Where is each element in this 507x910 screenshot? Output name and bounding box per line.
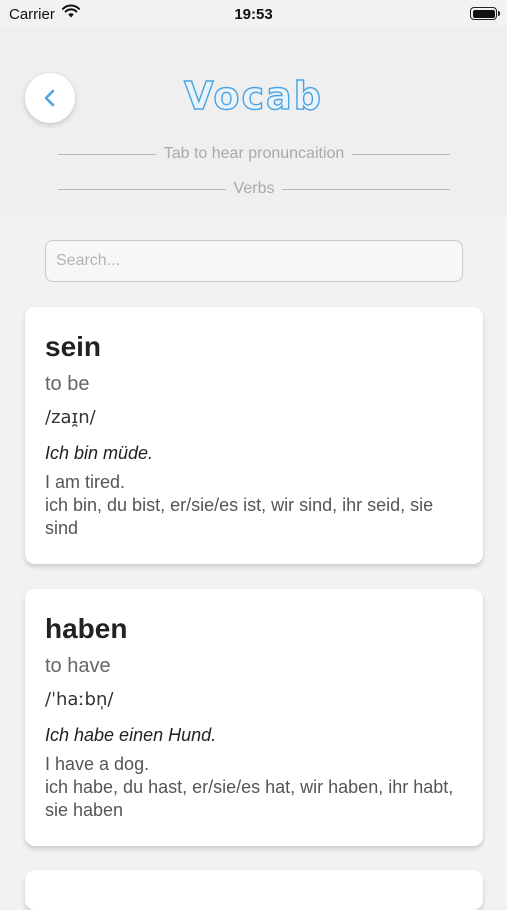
vocab-translation: I am tired.: [45, 472, 126, 492]
vocab-conjugation: ich bin, du bist, er/sie/es ist, wir sin…: [45, 495, 434, 538]
category-heading: Verbs: [58, 179, 451, 199]
vocab-conjugation: ich habe, du hast, er/sie/es hat, wir ha…: [45, 777, 454, 820]
vocab-example: Ich bin müde.: [45, 443, 154, 463]
vocab-card[interactable]: sein to be /zaɪ̯n/ Ich bin müde. I am ti…: [25, 307, 483, 564]
header: Vocab Tab to hear pronuncaition Verbs: [0, 28, 507, 216]
vocab-example: Ich habe einen Hund.: [45, 725, 217, 745]
vocab-ipa: /zaɪ̯n/: [45, 407, 96, 428]
vocab-card[interactable]: haben to have /ˈhaːbn̩/ Ich habe einen H…: [25, 589, 483, 846]
divider-line: [58, 188, 226, 190]
battery-icon: [470, 7, 500, 20]
vocab-meaning: to be: [45, 373, 90, 395]
category-text: Verbs: [233, 180, 275, 197]
vocab-word: haben: [45, 613, 128, 644]
search-input[interactable]: [45, 240, 463, 282]
app-title: Vocab: [183, 73, 323, 118]
divider-line: [352, 153, 451, 155]
vocab-translation: I have a dog.: [45, 754, 150, 774]
hint-text: Tab to hear pronuncaition: [163, 145, 345, 162]
pronunciation-hint: Tab to hear pronuncaition: [58, 144, 451, 164]
status-bar: Carrier 19:53: [0, 0, 507, 28]
status-time: 19:53: [234, 6, 273, 23]
vocab-word: sein: [45, 331, 102, 362]
divider-line: [58, 153, 156, 155]
vocab-meaning: to have: [45, 655, 111, 677]
divider-line: [282, 188, 451, 190]
vocab-card-partial[interactable]: [25, 870, 483, 910]
vocab-ipa: /ˈhaːbn̩/: [45, 689, 114, 710]
